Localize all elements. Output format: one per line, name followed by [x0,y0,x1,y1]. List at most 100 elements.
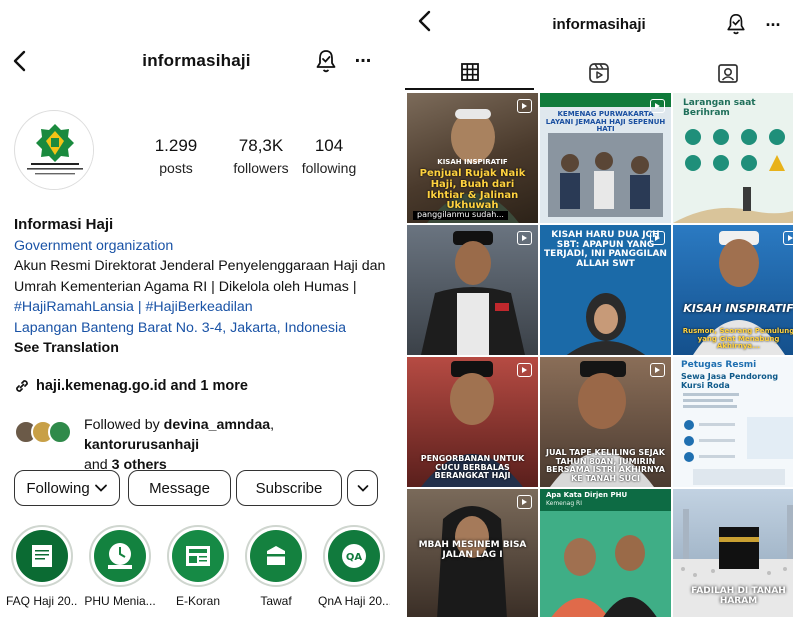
post-tile[interactable]: JUAL TAPE KELILING SEJAK TAHUN 80AN, JUM… [540,357,671,487]
clock-icon [108,543,132,569]
post-tile[interactable]: KISAH INSPIRATIF Rusmon, Seorang Pemulun… [673,225,793,355]
link-icon [16,380,28,392]
post-tile[interactable]: KISAH HARU DUA JCH SBT: APAPUN YANG TERJ… [540,225,671,355]
follower-name-2[interactable]: kantorurusanhaji [84,437,199,453]
reel-icon [650,363,665,377]
followed-by[interactable]: Followed by devina_amndaa, kantorurusanh… [14,414,386,473]
post-caption: KISAH INSPIRATIF [437,158,508,166]
post-caption: PENGORBANAN UNTUK CUCU BERBALAS BERANGKA… [420,454,525,481]
tagged-person-icon [717,64,738,83]
posts-label: posts [159,160,193,176]
following-stat[interactable]: 104 following [296,136,362,176]
profile-bio: Informasi Haji Government organization A… [14,215,386,359]
bio-hashtags[interactable]: #HajiRamahLansia | #HajiBerkeadilan [14,297,386,318]
profile-panel-left: informasihaji ... 1.299 posts 78,3K foll… [0,0,393,617]
notification-bell-button[interactable] [314,48,338,74]
chevron-down-icon [357,484,368,492]
more-options-button[interactable]: ... [761,10,785,34]
grid-icon [460,63,479,81]
highlight-label: E-Koran [175,594,221,608]
post-caption: JUAL TAPE KELILING SEJAK TAHUN 80AN, JUM… [546,448,665,483]
reel-icon [517,495,532,509]
profile-header: informasihaji ... [0,40,393,84]
post-tile[interactable]: KEMENAG PURWAKARTA LAYANI JEMAAH HAJI SE… [540,93,671,223]
kemenag-logo-icon [16,112,93,189]
profile-tabs [405,56,793,90]
posts-count: 1.299 [154,136,198,155]
post-caption: Apa Kata Dirjen PHU [546,491,628,499]
notification-bell-button[interactable] [725,12,747,36]
profile-actions: Following Message Subscribe [14,470,384,506]
suggested-accounts-button[interactable] [347,470,378,506]
bio-address[interactable]: Lapangan Banteng Barat No. 3-4, Jakarta,… [14,318,386,339]
subscribe-button[interactable]: Subscribe [236,470,342,506]
post-footer-text: panggilanmu sudah... [413,210,508,220]
posts-stat[interactable]: 1.299 posts [150,136,202,176]
website-link[interactable]: haji.kemenag.go.id and 1 more [14,378,248,394]
post-caption: MBAH MESINEM BISA JALAN LAG I [418,540,527,560]
chevron-down-icon [94,484,107,492]
post-tile[interactable] [407,225,538,355]
reel-icon [783,231,793,245]
highlight-label: QnA Haji 20... [318,594,390,608]
profile-category: Government organization [14,237,174,254]
post-tile[interactable]: Petugas Resmi Sewa Jasa Pendorong Kursi … [673,357,793,487]
following-button[interactable]: Following [14,470,120,506]
profile-avatar[interactable] [14,110,94,190]
highlight-tawaf[interactable]: Tawaf [240,525,312,608]
post-tile[interactable]: KISAH INSPIRATIF Penjual Rujak Naik Haji… [407,93,538,223]
kaaba-icon [267,546,285,565]
post-image [540,511,671,617]
following-count: 104 [314,136,344,155]
profile-panel-right: informasihaji ... KISAH INSPIRATIF Penju… [405,0,793,617]
posts-grid: KISAH INSPIRATIF Penjual Rujak Naik Haji… [407,93,793,617]
post-image [566,293,646,355]
follower-name-1[interactable]: devina_amndaa [164,417,270,433]
highlight-qna[interactable]: QA QnA Haji 20... [318,525,390,608]
bio-line-2: Umrah Kementerian Agama RI | Dikelola ol… [14,278,357,295]
post-caption: KEMENAG PURWAKARTA LAYANI JEMAAH HAJI SE… [545,110,666,134]
tab-tagged[interactable] [663,56,792,90]
reel-icon [517,363,532,377]
post-tile[interactable]: Apa Kata Dirjen PHU Kemenag RI [540,489,671,617]
reel-icon [517,99,532,113]
highlight-label: PHU Menia... [84,594,156,608]
newspaper-icon [186,546,210,566]
bell-icon [727,14,745,35]
post-tile[interactable]: MBAH MESINEM BISA JALAN LAG I [407,489,538,617]
followed-by-prefix: Followed by [84,417,164,433]
see-translation-link[interactable]: See Translation [14,338,386,359]
post-caption-secondary: Rusmon, Seorang Pemulung yang Giat Menab… [682,327,793,351]
post-caption-secondary: Kemenag RI [546,500,582,507]
document-icon [32,545,52,567]
highlight-phu[interactable]: PHU Menia... [84,525,156,608]
highlight-faq[interactable]: FAQ Haji 20... [6,525,78,608]
follower-avatar-3 [48,420,72,444]
tab-reels[interactable] [534,56,663,90]
bell-icon [316,50,336,73]
reel-icon [517,231,532,245]
reel-icon [650,99,665,113]
highlight-ekoran[interactable]: E-Koran [162,525,234,608]
following-button-label: Following [26,479,90,497]
followers-stat[interactable]: 78,3K followers [222,136,300,176]
story-highlights: FAQ Haji 20... PHU Menia... E-Koran Tawa… [0,525,393,617]
highlight-label: FAQ Haji 20... [6,594,78,608]
profile-display-name: Informasi Haji [14,216,114,233]
post-infographic [683,393,793,485]
post-caption: KISAH HARU DUA JCH SBT: APAPUN YANG TERJ… [544,230,667,270]
message-button[interactable]: Message [128,470,231,506]
post-caption: KISAH INSPIRATIF [683,302,793,315]
tab-grid[interactable] [405,56,534,90]
followers-count: 78,3K [238,136,284,155]
post-tile[interactable]: FADILAH DI TANAH HARAM [673,489,793,617]
followed-by-separator: , [270,417,275,433]
reels-icon [588,63,609,83]
post-tile[interactable]: Larangan saat Berihram [673,93,793,223]
followers-label: followers [233,160,289,176]
more-options-button[interactable]: ... [350,46,376,72]
post-tile[interactable]: PENGORBANAN UNTUK CUCU BERBALAS BERANGKA… [407,357,538,487]
website-text: haji.kemenag.go.id and 1 more [36,378,248,394]
post-caption-secondary: Penjual Rujak Naik Haji, Buah dari Ikhti… [419,168,526,212]
svg-text:QA: QA [346,552,363,563]
